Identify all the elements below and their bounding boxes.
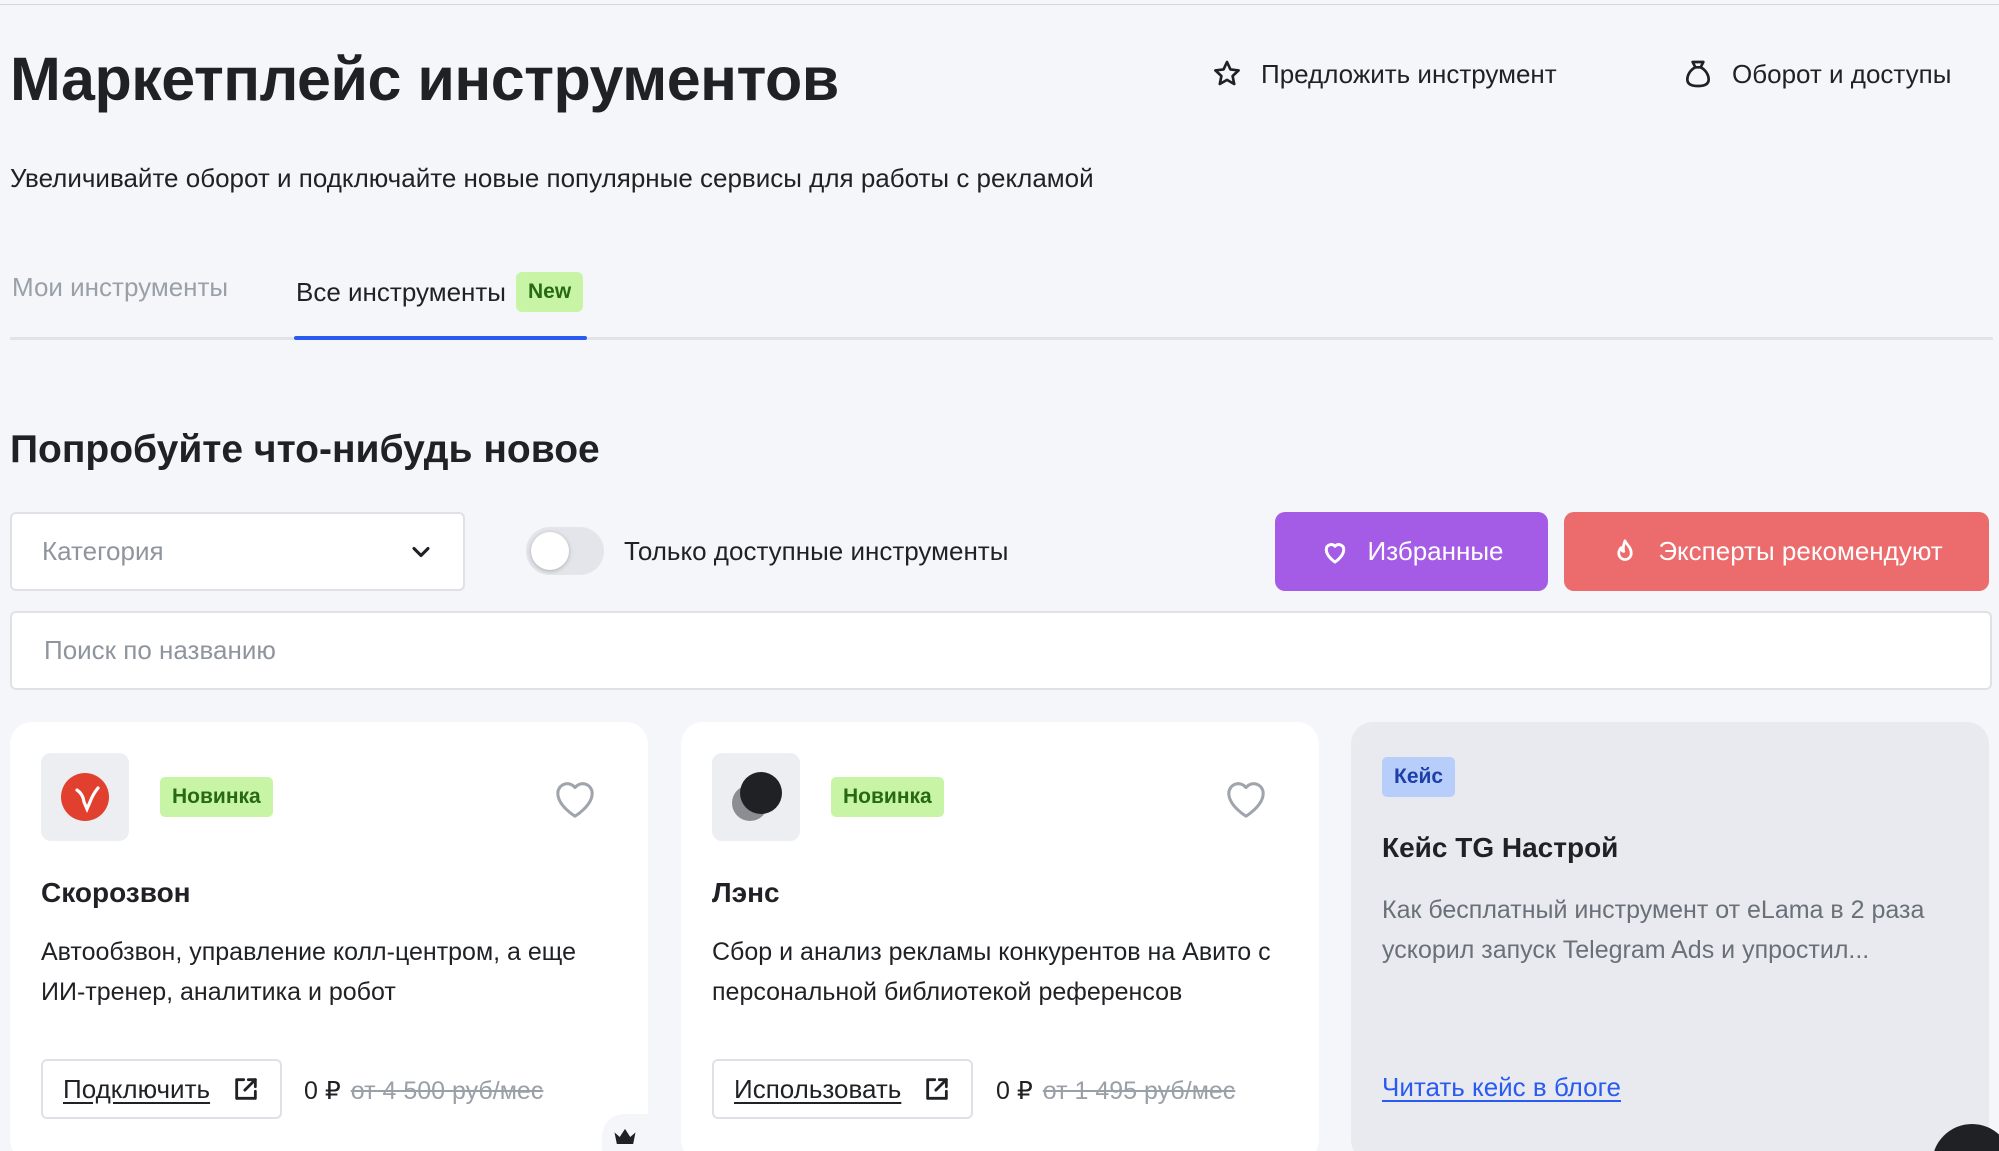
connect-label: Подключить <box>63 1073 211 1104</box>
active-tab-indicator <box>294 336 587 340</box>
tab-all-tools-label: Все инструменты <box>296 276 506 307</box>
external-link-icon <box>926 1078 949 1100</box>
use-button[interactable]: Использовать <box>712 1059 974 1119</box>
new-badge: New <box>515 272 584 312</box>
suggest-tool-button[interactable]: Предложить инструмент <box>1211 58 1557 90</box>
case-badge: Кейс <box>1382 757 1456 797</box>
tool-price: 0 ₽ от 1 495 руб/мес <box>996 1076 1235 1106</box>
novelty-badge: Новинка <box>831 777 944 817</box>
tool-description: Сбор и анализ рекламы конкурентов на Ави… <box>712 938 1271 1006</box>
use-label: Использовать <box>734 1073 902 1104</box>
money-bag-icon <box>1686 60 1710 88</box>
experts-recommend-button[interactable]: Эксперты рекомендуют <box>1564 512 1989 591</box>
heart-outline-icon[interactable] <box>1223 778 1269 820</box>
heart-icon <box>1324 542 1345 563</box>
available-only-toggle[interactable] <box>526 527 604 575</box>
current-price: 0 ₽ <box>304 1077 341 1105</box>
fire-icon <box>1617 538 1633 561</box>
page-title: Маркетплейс инструментов <box>10 45 839 113</box>
page-subtitle: Увеличивайте оборот и подключайте новые … <box>10 163 1094 193</box>
tool-price: 0 ₽ от 4 500 руб/мес <box>304 1076 543 1106</box>
tab-all-tools[interactable]: Все инструменты New <box>296 272 584 312</box>
skorozvon-logo-icon <box>61 773 109 821</box>
lens-logo-icon <box>732 772 782 821</box>
current-price: 0 ₽ <box>996 1077 1033 1105</box>
novelty-badge: Новинка <box>160 777 273 817</box>
category-placeholder: Категория <box>42 536 164 566</box>
search-input[interactable] <box>10 611 1992 690</box>
favorites-button[interactable]: Избранные <box>1275 512 1548 591</box>
available-only-label: Только доступные инструменты <box>624 536 1009 566</box>
suggest-tool-label: Предложить инструмент <box>1261 58 1557 89</box>
premium-corner <box>602 1114 648 1151</box>
heart-outline-icon[interactable] <box>552 778 598 820</box>
case-card[interactable]: Кейс Кейс TG Настрой Как бесплатный инст… <box>1351 722 1989 1151</box>
tool-description: Автообзвон, управление колл-центром, а е… <box>41 938 576 1006</box>
toggle-knob <box>531 532 569 570</box>
chevron-down-icon <box>412 546 430 557</box>
top-divider <box>0 4 1999 5</box>
tool-card-lens[interactable]: Новинка Лэнс Сбор и анализ рекламы конку… <box>681 722 1319 1151</box>
read-case-link[interactable]: Читать кейс в блоге <box>1382 1072 1621 1103</box>
tab-my-tools[interactable]: Мои инструменты <box>12 272 228 303</box>
tool-logo <box>712 753 800 841</box>
category-select[interactable]: Категория <box>10 512 465 591</box>
tool-title: Скорозвон <box>41 877 191 908</box>
connect-button[interactable]: Подключить <box>41 1059 283 1119</box>
crown-icon <box>614 1128 636 1144</box>
turnover-access-label: Оборот и доступы <box>1732 58 1952 89</box>
external-link-icon <box>235 1078 257 1100</box>
experts-label: Эксперты рекомендуют <box>1658 536 1943 566</box>
tool-card-skorozvon[interactable]: Новинка Скорозвон Автообзвон, управление… <box>10 722 648 1151</box>
tool-title: Лэнс <box>712 877 780 908</box>
favorites-label: Избранные <box>1367 536 1504 566</box>
section-title: Попробуйте что-нибудь новое <box>10 428 600 471</box>
old-price: от 1 495 руб/мес <box>1042 1077 1236 1105</box>
old-price: от 4 500 руб/мес <box>350 1077 544 1105</box>
case-description: Как бесплатный инструмент от eLama в 2 р… <box>1382 896 1925 964</box>
star-icon <box>1214 60 1240 86</box>
turnover-access-button[interactable]: Оборот и доступы <box>1682 58 1951 90</box>
tool-logo <box>41 753 129 841</box>
case-title: Кейс TG Настрой <box>1382 832 1619 863</box>
